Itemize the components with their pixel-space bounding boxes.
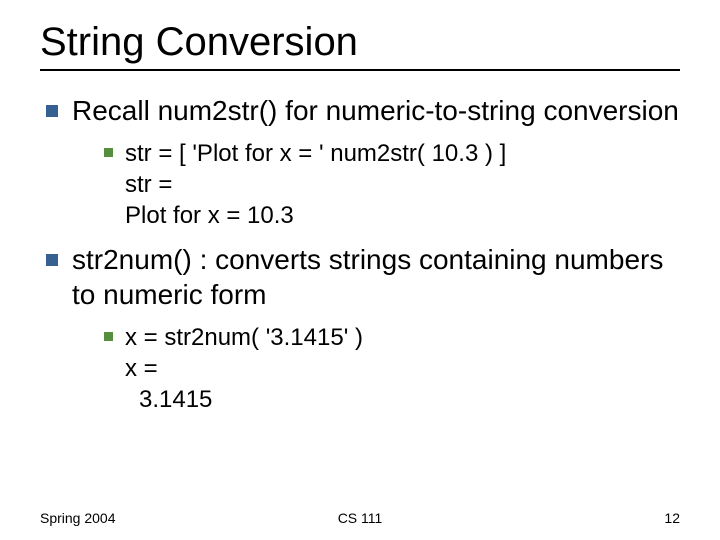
- square-bullet-icon: [104, 332, 113, 341]
- slide-footer: Spring 2004 CS 111 12: [0, 510, 720, 526]
- bullet-level1: str2num() : converts strings containing …: [40, 242, 680, 312]
- bullet-text: Recall num2str() for numeric-to-string c…: [72, 93, 679, 128]
- slide: String Conversion Recall num2str() for n…: [0, 0, 720, 540]
- code-line: str =: [125, 169, 506, 200]
- footer-right-pagenum: 12: [664, 510, 680, 526]
- square-bullet-icon: [104, 148, 113, 157]
- square-bullet-icon: [46, 105, 58, 117]
- code-line: str = [ 'Plot for x = ' num2str( 10.3 ) …: [125, 138, 506, 169]
- square-bullet-icon: [46, 254, 58, 266]
- footer-left: Spring 2004: [40, 510, 116, 526]
- bullet-level2: x = str2num( '3.1415' ) x = 3.1415: [104, 322, 680, 416]
- slide-title: String Conversion: [40, 20, 680, 65]
- code-line: x = str2num( '3.1415' ): [125, 322, 363, 353]
- bullet-text: str2num() : converts strings containing …: [72, 242, 680, 312]
- code-line: x =: [125, 353, 363, 384]
- bullet-level2: str = [ 'Plot for x = ' num2str( 10.3 ) …: [104, 138, 680, 232]
- footer-center: CS 111: [338, 510, 383, 526]
- code-line: 3.1415: [139, 384, 363, 415]
- code-block: x = str2num( '3.1415' ) x = 3.1415: [125, 322, 363, 416]
- code-line: Plot for x = 10.3: [125, 200, 506, 231]
- title-underline: [40, 69, 680, 71]
- code-block: str = [ 'Plot for x = ' num2str( 10.3 ) …: [125, 138, 506, 232]
- bullet-level1: Recall num2str() for numeric-to-string c…: [40, 93, 680, 128]
